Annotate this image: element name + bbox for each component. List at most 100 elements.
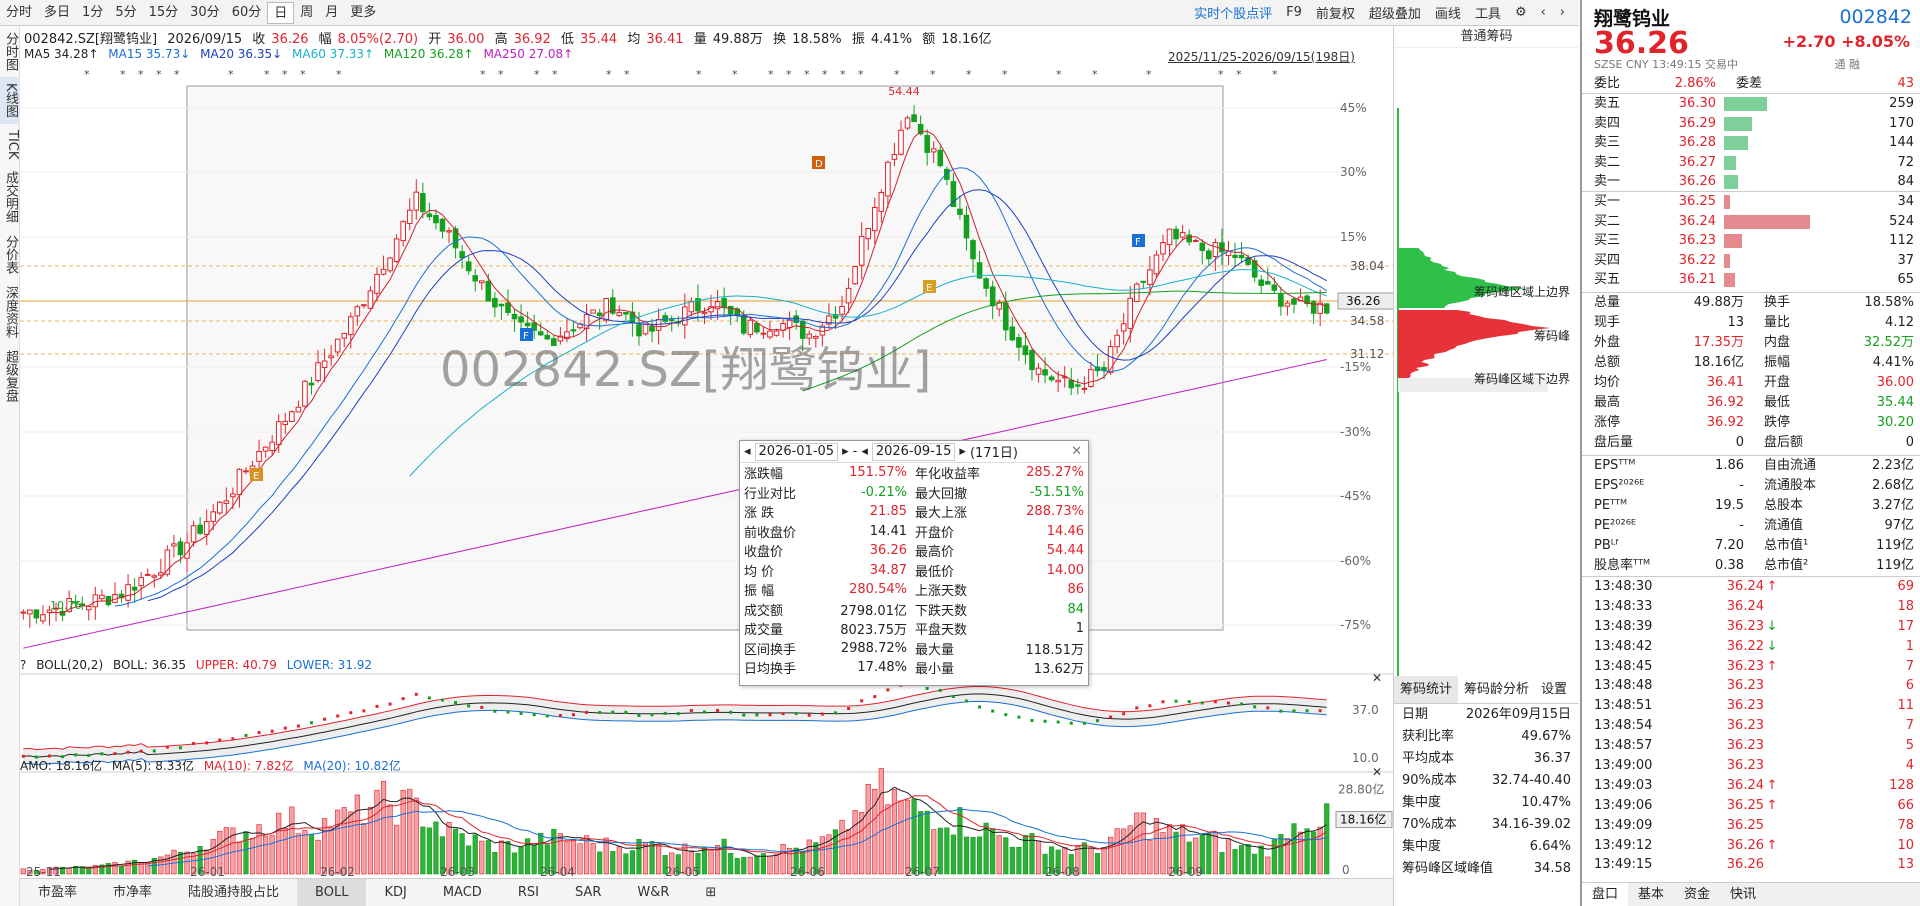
signal-marker[interactable]: E bbox=[250, 468, 263, 482]
toolbar-item[interactable]: 前复权 bbox=[1316, 3, 1355, 22]
candle-body bbox=[478, 280, 485, 284]
volume-bar-fill bbox=[1724, 272, 1735, 287]
boll-name[interactable]: BOLL(20,2) bbox=[36, 658, 103, 672]
indicator-tab[interactable]: 市盈率 bbox=[20, 879, 95, 906]
signal-marker[interactable]: F bbox=[1132, 234, 1145, 248]
tick-row: 13:49:12 36.26 ↑ 10 bbox=[1582, 836, 1920, 856]
indicator-tab[interactable]: MACD bbox=[425, 879, 500, 906]
prev-icon[interactable]: ◂ bbox=[744, 444, 751, 459]
period-tab[interactable]: 5分 bbox=[109, 2, 142, 24]
chevron-left-icon[interactable]: ‹ bbox=[1541, 5, 1546, 20]
indicator-tab[interactable]: 陆股通持股占比 bbox=[170, 879, 297, 906]
indicator-tab[interactable]: SAR bbox=[557, 879, 619, 906]
amount-bar bbox=[708, 850, 714, 875]
next-icon[interactable]: ▸ bbox=[842, 444, 849, 459]
period-tab[interactable]: 分时 bbox=[0, 2, 38, 24]
popup-key: 均 价 bbox=[744, 564, 775, 580]
indicator-tab[interactable]: 市净率 bbox=[95, 879, 170, 906]
period-tab[interactable]: 30分 bbox=[184, 2, 226, 24]
quote-tab[interactable]: 快讯 bbox=[1720, 883, 1766, 906]
candle-body bbox=[865, 228, 872, 240]
range-label[interactable]: 2025/11/25-2026/09/15(198日) bbox=[1168, 48, 1355, 65]
indicator-tab[interactable]: KDJ bbox=[366, 879, 424, 906]
quote-tab[interactable]: 资金 bbox=[1674, 883, 1720, 906]
candle-body bbox=[230, 493, 236, 498]
close-icon[interactable]: ✕ bbox=[1372, 671, 1382, 685]
indicator-tab[interactable]: ⊞ bbox=[687, 879, 734, 906]
boll-price-mark bbox=[1122, 712, 1126, 716]
tick-volume: 7 bbox=[1905, 658, 1914, 674]
close-icon[interactable]: ✕ bbox=[1071, 444, 1088, 459]
amo-name[interactable]: AMO: 18.16亿 bbox=[20, 759, 102, 773]
period-tab[interactable]: 60分 bbox=[226, 2, 268, 24]
chip-stats-tab[interactable]: 筹码统计 bbox=[1394, 676, 1459, 703]
order-book-row[interactable]: 卖二 36.27 72 bbox=[1582, 153, 1920, 172]
candle-body bbox=[1101, 367, 1107, 371]
event-star: * bbox=[1056, 68, 1062, 81]
period-tab[interactable]: 1分 bbox=[76, 2, 109, 24]
period-tab[interactable]: 日 bbox=[267, 1, 295, 24]
period-tab[interactable]: 15分 bbox=[143, 2, 185, 24]
indicator-tab[interactable]: BOLL bbox=[297, 878, 367, 906]
amount-bar bbox=[1153, 818, 1160, 875]
ma250-legend: MA250 27.08↑ bbox=[483, 47, 574, 61]
order-book-row[interactable]: 买一 36.25 34 bbox=[1582, 192, 1920, 211]
chip-stat-row: 70%成本 34.16-39.02 bbox=[1394, 814, 1579, 836]
signal-marker[interactable]: E bbox=[923, 280, 936, 294]
tick-time: 13:48:42 bbox=[1594, 638, 1653, 654]
candle-body bbox=[439, 218, 446, 232]
left-nav-item[interactable]: 成交明细 bbox=[0, 165, 20, 229]
indicator-tab[interactable]: RSI bbox=[500, 879, 557, 906]
quote-tab[interactable]: 基本 bbox=[1628, 883, 1674, 906]
order-book-row[interactable]: 买四 36.22 37 bbox=[1582, 251, 1920, 270]
order-book-row[interactable]: 卖一 36.26 84 bbox=[1582, 172, 1920, 191]
left-nav-item[interactable]: 分时图 bbox=[0, 26, 20, 77]
toolbar-item[interactable]: 超级叠加 bbox=[1369, 3, 1421, 22]
toolbar-item[interactable]: 实时个股点评 bbox=[1194, 3, 1272, 22]
left-nav-item[interactable]: 超级复盘 bbox=[0, 344, 20, 408]
stat-cell: 总市值¹ 119亿 bbox=[1752, 536, 1920, 556]
quote-tab[interactable]: 盘口 bbox=[1582, 883, 1629, 906]
indicator-tab[interactable]: W&R bbox=[619, 879, 687, 906]
chevron-right-icon[interactable]: › bbox=[1560, 5, 1565, 20]
amount-bar bbox=[394, 824, 400, 875]
amount-bar bbox=[505, 841, 511, 875]
period-tab[interactable]: 月 bbox=[319, 2, 344, 24]
amount-bar bbox=[479, 840, 485, 875]
tick-price: 36.23 bbox=[1726, 618, 1764, 634]
order-book-row[interactable]: 卖四 36.29 170 bbox=[1582, 114, 1920, 133]
order-book-row[interactable]: 买三 36.23 112 bbox=[1582, 231, 1920, 250]
order-book-row[interactable]: 买五 36.21 65 bbox=[1582, 270, 1920, 289]
order-book-row[interactable]: 卖五 36.30 259 bbox=[1582, 94, 1920, 113]
stock-code[interactable]: 002842 bbox=[1839, 6, 1912, 28]
prev-icon[interactable]: ◂ bbox=[861, 444, 868, 459]
tick-time: 13:48:39 bbox=[1594, 618, 1653, 634]
chip-stats-tab[interactable]: 筹码龄分析 bbox=[1458, 676, 1535, 703]
order-book-row[interactable]: 买二 36.24 524 bbox=[1582, 212, 1920, 231]
toolbar-item[interactable]: 画线 bbox=[1435, 3, 1461, 22]
kline-chart[interactable]: 45% 30% 15% -15% -30% -45% -60% -75% 38.04 36.26 3… bbox=[20, 64, 1393, 878]
date-to[interactable]: 2026-09-15 bbox=[871, 442, 956, 461]
chip-stats-tab[interactable]: 设置 bbox=[1535, 676, 1573, 703]
boll-price-mark bbox=[454, 701, 458, 705]
left-nav-item[interactable]: 深度资料 bbox=[0, 280, 20, 344]
stat-value: - bbox=[1739, 518, 1744, 533]
chip-header[interactable]: 普通筹码 bbox=[1394, 26, 1579, 48]
toolbar-item[interactable]: 工具 bbox=[1475, 3, 1501, 22]
left-nav-item[interactable]: TICK bbox=[0, 124, 20, 165]
next-icon[interactable]: ▸ bbox=[959, 444, 966, 459]
date-from[interactable]: 2026-01-05 bbox=[754, 442, 839, 461]
toolbar-item[interactable]: F9 bbox=[1286, 5, 1302, 20]
signal-marker[interactable]: D bbox=[812, 156, 825, 170]
left-nav-item[interactable]: 分价表 bbox=[0, 229, 20, 280]
left-nav-item[interactable]: K线图 bbox=[0, 77, 20, 124]
period-tab[interactable]: 更多 bbox=[344, 2, 382, 24]
period-tab[interactable]: 周 bbox=[294, 2, 319, 24]
order-book-row[interactable]: 卖三 36.28 144 bbox=[1582, 133, 1920, 152]
candle-body bbox=[1088, 369, 1094, 387]
close-icon[interactable]: ✕ bbox=[1372, 765, 1382, 779]
indicator-menu-icon[interactable]: ? bbox=[20, 658, 26, 672]
gear-icon[interactable]: ⚙ bbox=[1515, 5, 1527, 20]
period-tab[interactable]: 多日 bbox=[38, 2, 76, 24]
amount-bar bbox=[597, 851, 603, 875]
